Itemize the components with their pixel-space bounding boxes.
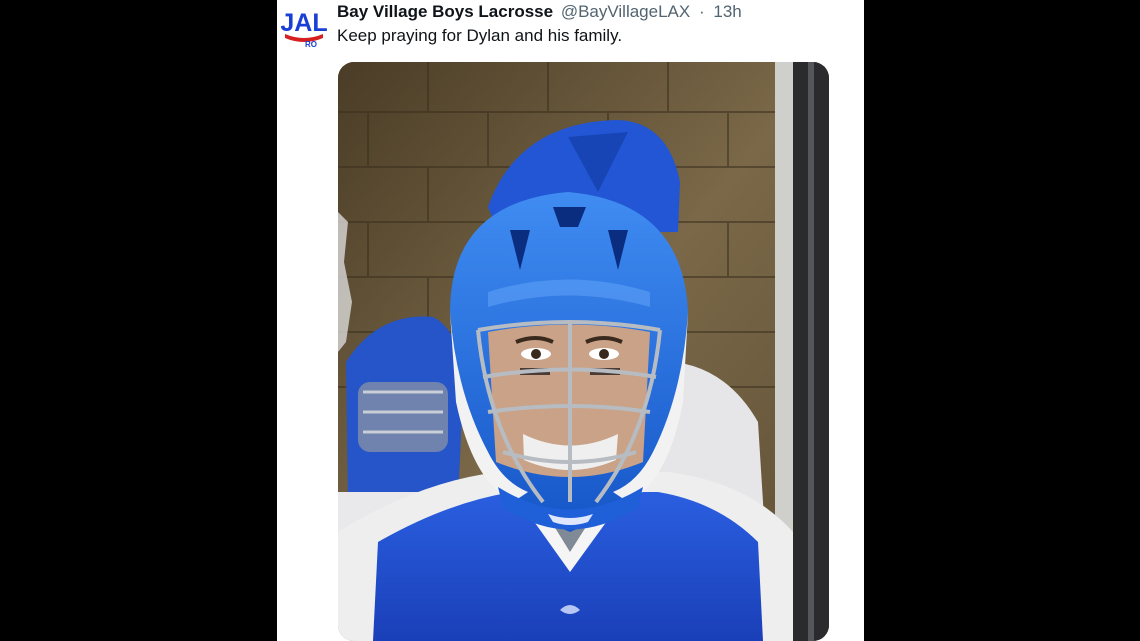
user-handle[interactable]: @BayVillageLAX [561,2,690,21]
logo-subtext: RO [305,40,317,49]
avatar[interactable]: JAL RO [281,4,327,50]
team-logo-icon: JAL RO [281,4,327,50]
tweet-card[interactable]: JAL RO Bay Village Boys Lacrosse @BayVil… [277,0,864,641]
screen: JAL RO Bay Village Boys Lacrosse @BayVil… [0,0,1140,641]
tweet-photo[interactable] [338,62,829,641]
tweet-header: Bay Village Boys Lacrosse @BayVillageLAX… [337,1,742,23]
display-name[interactable]: Bay Village Boys Lacrosse [337,2,553,21]
separator-dot: · [698,2,705,21]
tweet-text: Keep praying for Dylan and his family. [337,26,623,45]
photo-lacrosse-player [338,62,829,641]
timestamp[interactable]: 13h [713,2,741,21]
logo-text: JAL [281,9,327,37]
